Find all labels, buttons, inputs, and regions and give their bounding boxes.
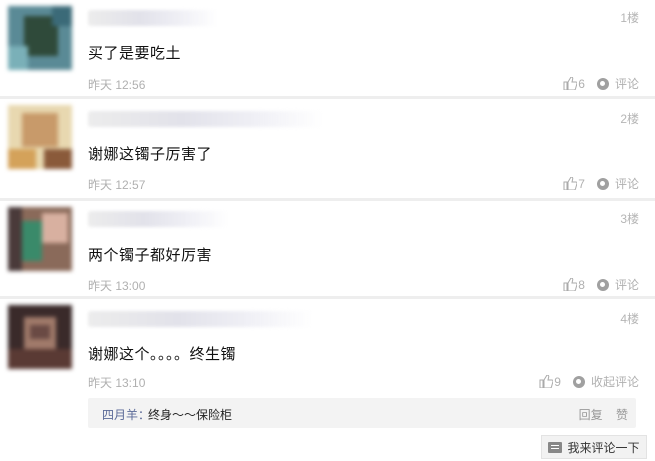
comment-icon (596, 77, 609, 90)
comment-time: 昨天 13:00 (88, 279, 146, 293)
comment-text: 买了是要吃土 (88, 45, 182, 62)
comment-button[interactable]: 评论 (585, 75, 639, 92)
thumbs-up-icon (563, 278, 578, 291)
floor-number: 3楼 (620, 212, 639, 226)
write-comment-label: 我来评论一下 (567, 440, 640, 455)
comment-label: 评论 (614, 278, 639, 292)
comment-button[interactable]: 评论 (585, 175, 639, 192)
comment-item: 2楼 谢娜这镯子厉害了 昨天 12:57 7 评论 (0, 99, 655, 201)
comment-text: 谢娜这个。。。。终生镯 (88, 346, 237, 363)
floor-number: 2楼 (620, 112, 639, 126)
avatar[interactable] (8, 6, 72, 70)
reply-actions: 回复 赞 (569, 406, 628, 423)
thumbs-up-icon (563, 177, 578, 190)
reply-username[interactable]: 四月羊： (102, 406, 150, 423)
floor-number: 4楼 (620, 312, 639, 326)
comment-item: 1楼 买了是要吃土 昨天 12:56 6 评论 (0, 0, 655, 99)
collapse-comments-button[interactable]: 收起评论 (561, 373, 639, 390)
comment-label: 收起评论 (590, 375, 639, 389)
username-blurred (88, 111, 323, 127)
like-count: 6 (578, 76, 585, 91)
comment-label: 评论 (614, 77, 639, 91)
avatar[interactable] (8, 105, 72, 169)
comment-icon (572, 375, 585, 388)
comment-time: 昨天 13:10 (88, 376, 146, 390)
thumbs-up-icon (539, 375, 554, 388)
comment-button[interactable]: 评论 (585, 276, 639, 293)
username-blurred (88, 311, 313, 327)
like-count: 7 (578, 176, 585, 191)
comment-time: 昨天 12:56 (88, 78, 146, 92)
comment-text: 两个镯子都好厉害 (88, 247, 213, 264)
avatar[interactable] (8, 305, 72, 369)
reply-text: 终身～～保险柜 (148, 408, 233, 422)
username-blurred (88, 211, 228, 227)
comment-item: 3楼 两个镯子都好厉害 昨天 13:00 8 评论 (0, 201, 655, 299)
comment-icon (596, 278, 609, 291)
comment-icon (596, 177, 609, 190)
comment-actions: 8 评论 (563, 276, 639, 293)
comment-time: 昨天 12:57 (88, 178, 146, 192)
reply-item: 四月羊： 终身～～保险柜 回复 赞 (88, 398, 636, 428)
comment-label: 评论 (614, 177, 639, 191)
like-count: 9 (554, 374, 561, 389)
reply-like-button[interactable]: 赞 (616, 408, 628, 422)
thumbs-up-icon (563, 77, 578, 90)
floor-number: 1楼 (620, 11, 639, 25)
like-count: 8 (578, 277, 585, 292)
like-button[interactable]: 7 (563, 177, 585, 191)
like-button[interactable]: 8 (563, 278, 585, 292)
reply-button[interactable]: 回复 (579, 408, 603, 422)
comment-actions: 7 评论 (563, 175, 639, 192)
comment-text: 谢娜这镯子厉害了 (88, 146, 213, 163)
username-blurred (88, 10, 218, 26)
write-comment-button[interactable]: 我来评论一下 (541, 435, 647, 459)
like-button[interactable]: 9 (539, 375, 561, 389)
comment-actions: 6 评论 (563, 75, 639, 92)
comment-write-icon (548, 441, 563, 453)
comment-actions: 9 收起评论 (539, 373, 639, 390)
like-button[interactable]: 6 (563, 77, 585, 91)
avatar[interactable] (8, 207, 72, 271)
